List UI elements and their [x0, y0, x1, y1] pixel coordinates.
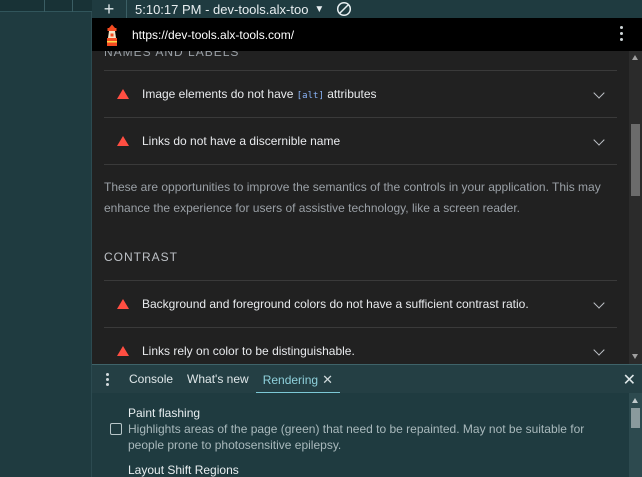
- audit-link-name[interactable]: Links do not have a discernible name: [104, 117, 617, 164]
- scroll-up-arrow-icon[interactable]: [632, 398, 638, 403]
- tab-label: Rendering: [262, 372, 319, 387]
- tab-rendering[interactable]: Rendering ✕: [255, 365, 341, 394]
- chevron-down-icon[interactable]: [593, 134, 605, 146]
- report-scrollbar[interactable]: [629, 51, 642, 364]
- url-bar: https://dev-tools.alx-tools.com/: [92, 18, 642, 51]
- paint-flashing-checkbox[interactable]: [110, 423, 122, 435]
- divider: [72, 0, 73, 12]
- new-tab-button[interactable]: +: [92, 0, 126, 18]
- scrollbar-thumb[interactable]: [631, 408, 640, 428]
- tab-console[interactable]: Console: [122, 365, 180, 394]
- lighthouse-icon: [107, 24, 117, 46]
- drawer-scrollbar[interactable]: [629, 393, 642, 477]
- divider: [104, 164, 617, 165]
- chevron-down-icon[interactable]: [593, 297, 605, 309]
- tab-toolbar: + 5:10:17 PM - dev-tools.alx-too ▼: [92, 0, 642, 18]
- scroll-up-arrow-icon[interactable]: [632, 55, 638, 60]
- section-heading-contrast: CONTRAST: [104, 250, 178, 264]
- drawer-tabbar: Console What's new Rendering ✕ ✕: [92, 364, 642, 394]
- no-entry-icon[interactable]: [336, 1, 352, 17]
- option-title: Layout Shift Regions: [128, 463, 239, 477]
- close-drawer-icon[interactable]: ✕: [623, 370, 636, 390]
- option-title: Paint flashing: [128, 406, 201, 420]
- devtools-window: + 5:10:17 PM - dev-tools.alx-too ▼ https…: [0, 0, 642, 477]
- rendering-panel: Paint flashing Highlights areas of the p…: [92, 393, 629, 477]
- audit-label: Links rely on color to be distinguishabl…: [142, 344, 355, 358]
- audit-image-alt[interactable]: Image elements do not have [alt] attribu…: [104, 70, 617, 117]
- fail-triangle-icon: [117, 136, 129, 146]
- left-panel: [0, 0, 92, 477]
- scrollbar-thumb[interactable]: [631, 124, 640, 196]
- option-description: Highlights areas of the page (green) tha…: [128, 422, 585, 452]
- fail-triangle-icon: [117, 89, 129, 99]
- report-select-dropdown[interactable]: ▼: [314, 4, 324, 15]
- audit-label: Image elements do not have [alt] attribu…: [142, 87, 377, 101]
- close-tab-icon[interactable]: ✕: [322, 372, 333, 387]
- page-url: https://dev-tools.alx-tools.com/: [132, 27, 295, 42]
- audit-label: Links do not have a discernible name: [142, 134, 341, 148]
- kebab-icon[interactable]: [620, 26, 624, 44]
- lighthouse-report: NAMES AND LABELS Image elements do not h…: [92, 51, 629, 364]
- fail-triangle-icon: [117, 346, 129, 356]
- drawer-menu-icon[interactable]: [92, 365, 122, 394]
- report-title[interactable]: 5:10:17 PM - dev-tools.alx-too: [127, 2, 308, 17]
- scroll-down-arrow-icon[interactable]: [632, 354, 638, 359]
- chevron-down-icon[interactable]: [593, 344, 605, 356]
- chevron-down-icon[interactable]: [593, 87, 605, 99]
- left-panel-header: [0, 0, 92, 12]
- divider: [44, 0, 45, 12]
- section-heading-names-labels: NAMES AND LABELS: [104, 51, 240, 59]
- section-description: These are opportunities to improve the s…: [104, 180, 601, 215]
- tab-whats-new[interactable]: What's new: [180, 365, 256, 394]
- fail-triangle-icon: [117, 299, 129, 309]
- audit-color-contrast[interactable]: Background and foreground colors do not …: [104, 280, 617, 327]
- audit-label: Background and foreground colors do not …: [142, 297, 529, 311]
- audit-link-in-text-block[interactable]: Links rely on color to be distinguishabl…: [104, 327, 617, 364]
